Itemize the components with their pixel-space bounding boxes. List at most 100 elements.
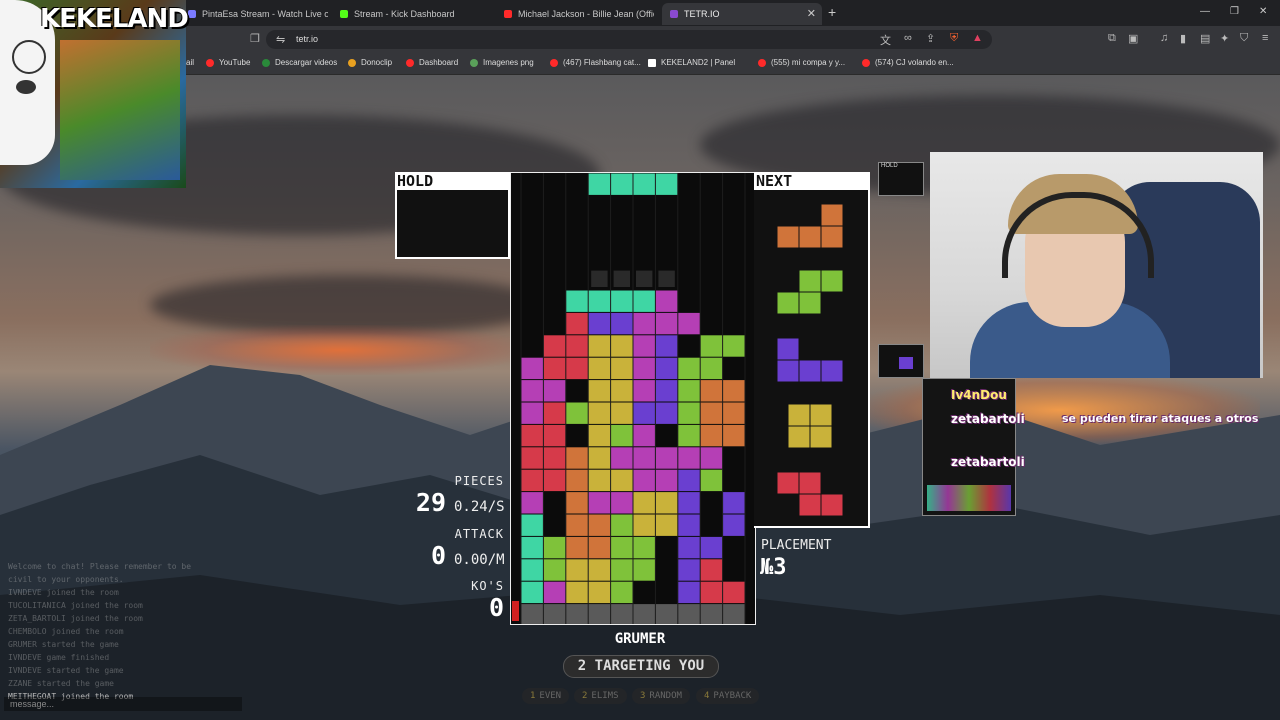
board-cell (611, 312, 633, 335)
bookmark-kekeland[interactable]: KEKELAND2 | Panel (648, 58, 735, 67)
board-cell (678, 536, 700, 559)
new-tab-button[interactable]: + (828, 4, 836, 20)
board-cell (611, 173, 633, 195)
board-cell (633, 492, 655, 514)
chat-line: TUCOLITANICA joined the room (8, 601, 143, 610)
board-cell (655, 469, 678, 492)
board-cell (723, 335, 745, 357)
opponent-hold-mini: HOLD (878, 162, 924, 196)
board-cell (588, 447, 611, 469)
extensions-icon[interactable]: ⧉ (1108, 32, 1116, 45)
board-cell (611, 469, 633, 492)
vpn-shield-icon[interactable]: ⛉ (1240, 32, 1248, 45)
next-piece-cell (777, 338, 799, 360)
board-cell (678, 514, 700, 536)
kos-label: KO'S (471, 579, 504, 593)
tab-favicon-icon (188, 10, 196, 18)
hold-slot (397, 190, 508, 257)
board-cell (543, 447, 566, 469)
pieces-value: 29 (415, 488, 446, 517)
strategy-elims[interactable]: 2 ELIMS (574, 688, 627, 704)
rewards-icon[interactable]: ▲ (972, 32, 983, 44)
maximize-icon[interactable]: ❐ (1230, 6, 1239, 17)
tetris-board[interactable] (510, 172, 756, 626)
board-cell (521, 402, 543, 424)
placement-value: №3 (760, 555, 787, 580)
board-cell (543, 424, 566, 447)
board-cell (700, 357, 723, 380)
board-cell (521, 424, 543, 447)
board-cell (678, 357, 700, 380)
tab-pintaesa[interactable]: PintaEsa Stream - Watch Live on (188, 3, 328, 25)
board-cell (566, 559, 588, 581)
share-icon[interactable]: ⇪ (926, 32, 935, 45)
board-cell (678, 559, 700, 581)
board-cell (700, 469, 723, 492)
board-cell (678, 424, 700, 447)
strategy-even[interactable]: 1 EVEN (522, 688, 570, 704)
bookmark-descargar[interactable]: Descargar videos (262, 58, 337, 67)
strategy-number: 4 (704, 691, 710, 701)
board-cell (723, 514, 745, 536)
bookmark-dashboard[interactable]: Dashboard (406, 58, 458, 67)
board-cell (633, 402, 655, 424)
bookmark-mail[interactable]: ail (186, 58, 194, 67)
board-cell (566, 447, 588, 469)
leo-ai-icon[interactable]: ✦ (1220, 32, 1229, 45)
bookmark-flashbang[interactable]: (467) Flashbang cat... (550, 58, 641, 67)
board-cell (678, 581, 700, 604)
bookmark-youtube[interactable]: YouTube (206, 58, 250, 67)
close-tab-icon[interactable]: ✕ (807, 7, 816, 20)
board-cell (633, 290, 655, 312)
board-cell (566, 536, 588, 559)
board-cell (700, 559, 723, 581)
music-icon[interactable]: ♫ (1160, 32, 1168, 44)
bookmark-imagenes[interactable]: Imagenes png (470, 58, 534, 67)
board-cell (700, 424, 723, 447)
sidebar-icon[interactable]: ▮ (1180, 32, 1186, 45)
board-cell (611, 581, 633, 604)
vpn-icon[interactable]: ∞ (904, 32, 912, 44)
bookmark-compa[interactable]: (555) mi compa y y... (758, 58, 845, 67)
screenshot-icon[interactable]: ▣ (1128, 32, 1138, 45)
tab-kick-dashboard[interactable]: Stream - Kick Dashboard (340, 3, 490, 25)
menu-icon[interactable]: ≡ (1262, 32, 1268, 44)
board-cell (588, 514, 611, 536)
minimize-icon[interactable]: — (1200, 6, 1210, 17)
board-cell (633, 447, 655, 469)
tab-favicon-icon (504, 10, 512, 18)
board-cell (723, 492, 745, 514)
tab-tetrio[interactable]: TETR.IO ✕ (662, 3, 822, 25)
youtube-icon (550, 58, 558, 67)
site-info-icon[interactable]: ⇋ (276, 33, 285, 46)
chat-message-input[interactable]: message... (4, 697, 242, 711)
next-queue (754, 190, 868, 526)
board-cell (521, 492, 543, 514)
close-window-icon[interactable]: ✕ (1259, 6, 1267, 17)
board-cell (566, 335, 588, 357)
youtube-icon (862, 58, 870, 67)
stream-chat-user: Iv4nDou (951, 388, 1007, 402)
tab-bar: PintaEsa Stream - Watch Live on Stream -… (0, 0, 1280, 26)
bookmark-cj[interactable]: (574) CJ volando en... (862, 58, 954, 67)
tab-youtube-music[interactable]: Michael Jackson - Billie Jean (Official (504, 3, 654, 25)
board-cell (611, 380, 633, 402)
board-grid (512, 173, 746, 626)
board-cell (611, 492, 633, 514)
board-cell (655, 402, 678, 424)
brave-shield-icon[interactable]: ⛨ (950, 32, 958, 45)
strategy-payback[interactable]: 4 PAYBACK (696, 688, 760, 704)
opponent-hold-mini-2 (878, 344, 924, 378)
board-cell (678, 604, 700, 626)
strategy-random[interactable]: 3 RANDOM (632, 688, 690, 704)
board-cell (655, 492, 678, 514)
bookmark-label: (574) CJ volando en... (875, 58, 954, 67)
bookmark-donoclip[interactable]: Donoclip (348, 58, 392, 67)
wallet-icon[interactable]: ▤ (1200, 32, 1210, 45)
board-cell (678, 380, 700, 402)
translate-icon[interactable]: 文 (880, 32, 891, 48)
ghost-cell (658, 270, 675, 287)
board-cell (588, 536, 611, 559)
bookmark-icon[interactable]: ❐ (250, 32, 260, 45)
board-cell (588, 604, 611, 626)
